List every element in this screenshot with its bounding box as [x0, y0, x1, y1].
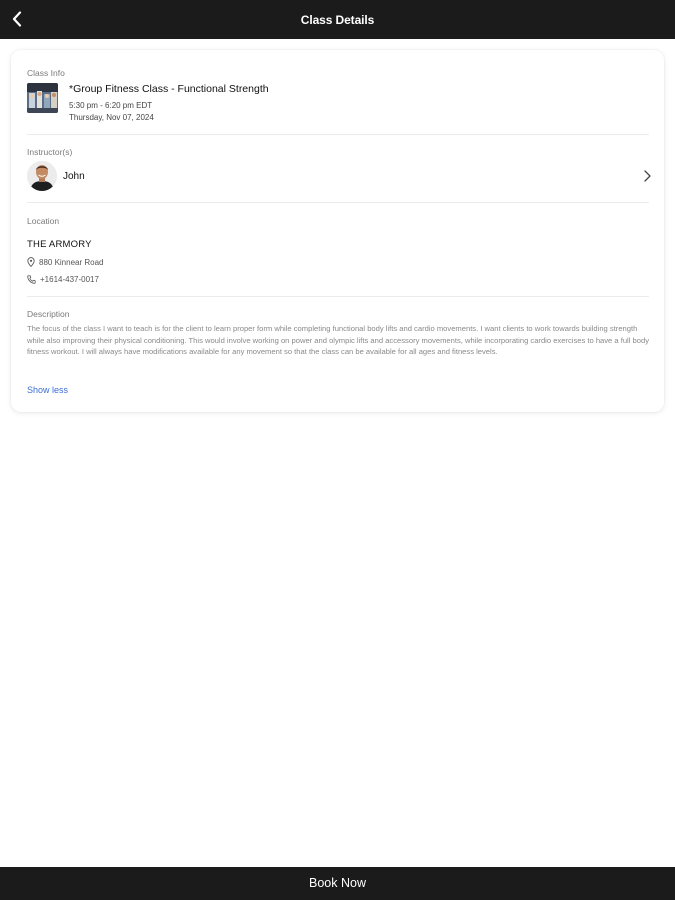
- class-thumbnail: [27, 83, 58, 113]
- avatar: [27, 161, 57, 191]
- phone-icon: [27, 275, 36, 284]
- class-title: *Group Fitness Class - Functional Streng…: [69, 83, 269, 95]
- location-label: Location: [27, 216, 60, 226]
- instructor-row[interactable]: John: [27, 159, 653, 193]
- bottom-bar: Book Now: [0, 867, 675, 900]
- page-title: Class Details: [300, 13, 375, 27]
- class-details-card: Class Info *Group Fitness Class - Functi…: [11, 50, 664, 412]
- show-less-link[interactable]: Show less: [27, 385, 68, 395]
- class-date: Thursday, Nov 07, 2024: [69, 113, 154, 122]
- divider: [27, 202, 649, 203]
- location-address: 880 Kinnear Road: [27, 257, 104, 267]
- divider: [27, 134, 649, 135]
- chevron-right-icon: [644, 170, 651, 182]
- class-info-label: Class Info: [27, 68, 65, 78]
- divider: [27, 296, 649, 297]
- address-text: 880 Kinnear Road: [39, 257, 104, 267]
- class-time: 5:30 pm - 6:20 pm EDT: [69, 101, 153, 110]
- instructors-label: Instructor(s): [27, 147, 73, 157]
- map-pin-icon: [27, 257, 35, 267]
- book-now-button[interactable]: Book Now: [0, 867, 675, 900]
- location-name: THE ARMORY: [27, 239, 92, 250]
- instructor-name: John: [63, 171, 85, 182]
- description-text: The focus of the class I want to teach i…: [27, 324, 650, 357]
- location-phone[interactable]: +1614-437-0017: [27, 275, 99, 284]
- description-label: Description: [27, 309, 70, 319]
- phone-text: +1614-437-0017: [40, 275, 99, 284]
- top-app-bar: Class Details: [0, 0, 675, 39]
